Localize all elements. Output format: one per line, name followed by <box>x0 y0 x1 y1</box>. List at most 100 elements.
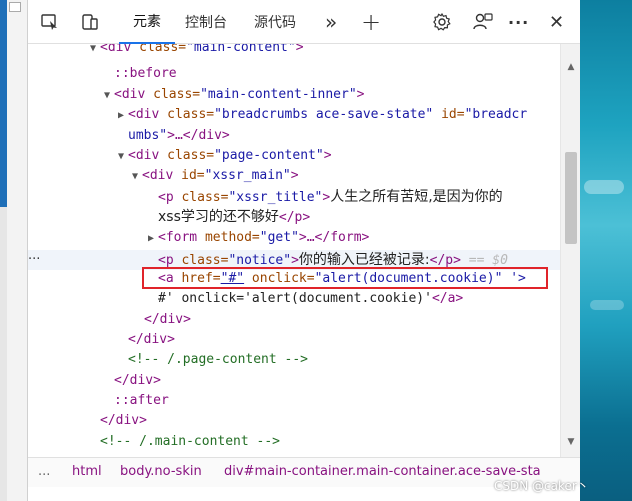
watermark: CSDN @caker丶 <box>494 479 589 493</box>
tree-line[interactable]: ▼ <div class="main-content"> <box>86 44 304 58</box>
expand-arrow-icon[interactable]: ▶ <box>114 106 128 126</box>
tag: <form <box>158 230 205 245</box>
comment: <!-- /.main-content --> <box>100 434 281 449</box>
attr-value: "main-content" <box>186 44 296 55</box>
tree-line[interactable]: #' onclick='alert(document.cookie)'</a> <box>158 289 463 309</box>
tab-elements[interactable]: 元素 <box>119 0 175 44</box>
page-left-grey-bar <box>0 207 7 501</box>
collapse-arrow-icon[interactable]: ▼ <box>86 44 100 59</box>
attr-name: class= <box>181 190 229 205</box>
attr-name: class= <box>181 253 229 268</box>
attr-value: umbs" <box>128 128 168 143</box>
page-left-fragment <box>0 0 28 501</box>
attr-name: class= <box>167 148 215 163</box>
tag: </p> <box>429 253 461 268</box>
tab-label: 控制台 <box>185 15 227 31</box>
more-tabs-button[interactable]: » <box>325 0 337 44</box>
tag: > <box>290 168 299 183</box>
text-node: 人生之所有苦短,是因为你的 <box>330 189 503 205</box>
page-left-window-icon <box>9 2 21 12</box>
tag: > <box>356 87 365 102</box>
tree-line[interactable]: <a href="#" onclick="alert(document.cook… <box>158 269 526 289</box>
tree-line[interactable]: </div> <box>128 330 175 350</box>
attr-value: "alert(document.cookie)" <box>314 271 503 286</box>
tree-line[interactable]: xss学习的还不够好</p> <box>158 207 310 227</box>
tree-line[interactable]: ▼ <div class="main-content-inner"> <box>100 85 365 106</box>
tree-line[interactable]: ▶ <form method="get">…</form> <box>144 228 369 248</box>
attr-name: class= <box>153 87 201 102</box>
pseudo-element: ::after <box>114 393 169 408</box>
collapse-arrow-icon[interactable]: ▼ <box>100 86 114 106</box>
tag: </div> <box>114 373 161 388</box>
tag: >…</form> <box>298 230 370 245</box>
collapse-arrow-icon[interactable]: ▼ <box>128 167 142 187</box>
console-ref: == $0 <box>460 253 508 268</box>
close-icon: ✕ <box>549 11 565 33</box>
collapse-arrow-icon[interactable]: ▼ <box>114 147 128 167</box>
breadcrumb-label: html <box>72 464 102 479</box>
add-tab-button[interactable]: + <box>361 0 381 44</box>
attr-name: class= <box>139 44 187 55</box>
scroll-up-icon[interactable]: ▲ <box>566 62 576 72</box>
attr-value-link[interactable]: "#" <box>221 271 244 286</box>
comment: <!-- /.page-content --> <box>128 352 309 367</box>
tree-line[interactable]: ::before <box>114 64 177 84</box>
tag: <div <box>142 168 182 183</box>
breadcrumb-label: body.no-skin <box>120 464 202 479</box>
vertical-scrollbar[interactable]: ▲ ▼ <box>560 44 580 457</box>
tree-line[interactable]: ▼ <div class="page-content"> <box>114 146 332 166</box>
tree-line[interactable]: <!-- /.main-content --> <box>100 432 280 452</box>
text-node: 你的输入已经被记录: <box>298 252 430 268</box>
tree-line[interactable]: </div> <box>100 411 147 431</box>
attr-name: id= <box>433 107 465 122</box>
tag: > <box>323 148 332 163</box>
expand-arrow-icon[interactable]: ▶ <box>144 229 158 249</box>
tab-label: 源代码 <box>254 15 296 31</box>
close-button[interactable]: ✕ <box>549 0 564 44</box>
dom-tree: ▼ <div class="main-content"> ::before ▼ <d… <box>28 44 560 457</box>
breadcrumb-item-html[interactable]: html <box>72 464 102 479</box>
scrollbar-thumb[interactable] <box>565 152 577 244</box>
tag: <div <box>100 44 140 55</box>
tag: </div> <box>144 312 191 327</box>
inspect-icon[interactable] <box>38 10 62 34</box>
tree-line[interactable]: <!-- /.page-content --> <box>128 350 308 370</box>
device-emulation-icon[interactable] <box>78 10 102 34</box>
tag: <div <box>128 148 168 163</box>
attr-value: "xssr_title" <box>228 190 323 205</box>
attr-value: "xssr_main" <box>204 168 291 183</box>
devtools-toolbar: 元素 控制台 源代码 » + ··· ✕ <box>28 0 580 44</box>
tag: </div> <box>100 413 147 428</box>
tag: <a <box>158 271 182 286</box>
scroll-down-icon[interactable]: ▼ <box>566 437 576 447</box>
tree-line[interactable]: ::after <box>114 391 169 411</box>
tree-line[interactable]: <p class="xssr_title">人生之所有苦短,是因为你的 <box>158 187 503 207</box>
attr-value: "main-content-inner" <box>200 87 357 102</box>
tag: </p> <box>278 210 311 225</box>
tag: <div <box>114 87 154 102</box>
attr-name: onclick= <box>244 271 315 286</box>
ellipsis-icon: ··· <box>508 12 530 32</box>
tag: <p <box>158 253 182 268</box>
tree-line[interactable]: ▶ <div class="breadcrumbs ace-save-state"… <box>114 105 527 125</box>
breadcrumb-overflow[interactable]: ... <box>38 464 50 479</box>
attr-value: "breadcr <box>464 107 528 122</box>
tab-console[interactable]: 控制台 <box>185 0 227 44</box>
row-options-dots[interactable]: ··· <box>28 250 52 270</box>
tree-line[interactable]: ▼ <div id="xssr_main"> <box>128 166 299 186</box>
text-node: #' onclick='alert(document.cookie)' <box>158 291 432 306</box>
devtools-panel: 元素 控制台 源代码 » + ··· ✕ ▼ <div class="main-c… <box>28 0 580 501</box>
tree-line[interactable]: umbs">…</div> <box>128 126 230 146</box>
tag: >…</div> <box>167 128 230 143</box>
tag: </a> <box>431 291 464 306</box>
gear-icon[interactable] <box>430 10 454 34</box>
account-icon[interactable] <box>471 10 495 34</box>
page-left-blue-bar <box>0 0 7 207</box>
tab-sources[interactable]: 源代码 <box>254 0 296 44</box>
tag: <p <box>158 190 182 205</box>
tree-line[interactable]: </div> <box>144 310 191 330</box>
tree-line[interactable]: </div> <box>114 371 161 391</box>
more-options-button[interactable]: ··· <box>508 0 529 44</box>
tag: > <box>295 44 304 55</box>
breadcrumb-item-body[interactable]: body.no-skin <box>120 464 202 479</box>
